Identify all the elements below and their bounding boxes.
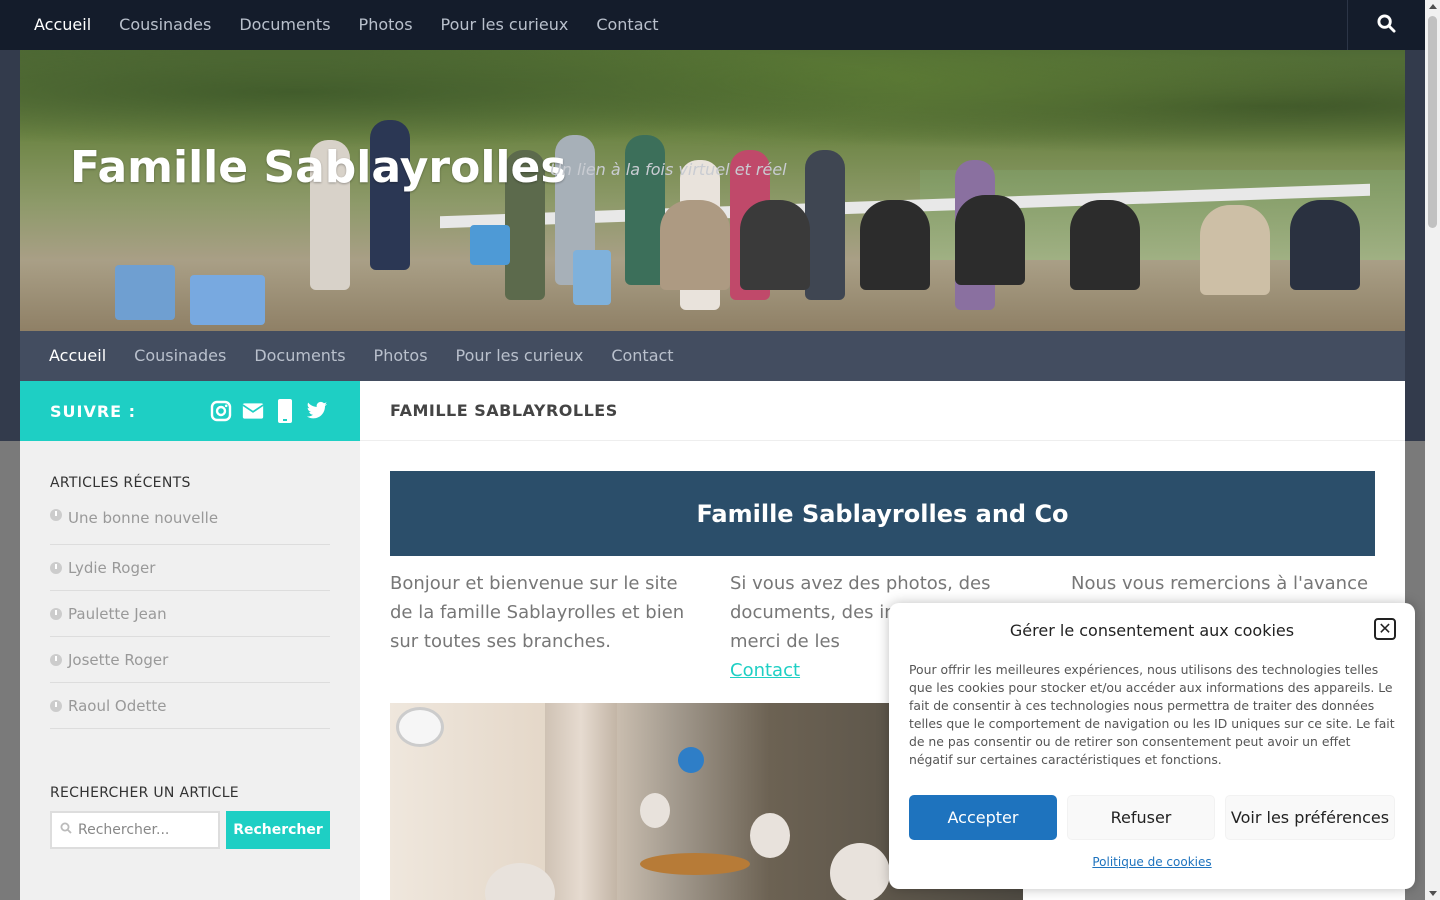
topnav-item-accueil[interactable]: Accueil <box>0 0 105 50</box>
search-placeholder: Rechercher... <box>78 822 170 838</box>
contact-link[interactable]: Contact <box>730 660 800 681</box>
recent-article-link[interactable]: Une bonne nouvelle <box>68 509 218 527</box>
topnav-item-documents[interactable]: Documents <box>225 0 344 50</box>
recent-articles-widget: ARTICLES RÉCENTS Une bonne nouvelle Lydi… <box>50 475 330 729</box>
close-icon[interactable]: ✕ <box>1374 618 1396 640</box>
sidebar: SUIVRE : ARTICLES RÉCENTS Une bonne nouv… <box>20 381 360 900</box>
topnav-item-photos[interactable]: Photos <box>345 0 427 50</box>
search-toggle-button[interactable] <box>1347 0 1425 50</box>
search-icon <box>60 822 72 838</box>
accept-button[interactable]: Accepter <box>909 795 1057 840</box>
site-tagline: Un lien à la fois virtuel et réel <box>550 160 787 179</box>
clock-icon <box>50 561 62 574</box>
nav-item-pour-les-curieux[interactable]: Pour les curieux <box>442 331 598 381</box>
twitter-icon[interactable] <box>306 398 328 424</box>
refuse-button[interactable]: Refuser <box>1067 795 1215 840</box>
list-item[interactable]: Josette Roger <box>50 637 330 683</box>
search-button[interactable]: Rechercher <box>226 811 330 849</box>
scrollbar-thumb[interactable] <box>1428 16 1437 228</box>
follow-label: SUIVRE : <box>50 401 137 421</box>
nav-item-documents[interactable]: Documents <box>240 331 359 381</box>
nav-item-contact[interactable]: Contact <box>597 331 687 381</box>
search-input[interactable]: Rechercher... <box>50 811 220 849</box>
welcome-banner: Famille Sablayrolles and Co <box>390 471 1375 556</box>
site-title[interactable]: Famille Sablayrolles <box>70 142 567 193</box>
search-widget-title: RECHERCHER UN ARTICLE <box>50 785 239 801</box>
cookie-modal-text: Pour offrir les meilleures expériences, … <box>909 662 1395 767</box>
clock-icon <box>50 509 62 521</box>
clock-icon <box>50 699 62 712</box>
phone-icon[interactable] <box>274 398 296 424</box>
top-navigation: Accueil Cousinades Documents Photos Pour… <box>0 0 1425 50</box>
preferences-button[interactable]: Voir les préférences <box>1225 795 1395 840</box>
social-icons <box>210 398 328 424</box>
recent-article-link[interactable]: Raoul Odette <box>68 697 166 715</box>
topnav-item-pour-les-curieux[interactable]: Pour les curieux <box>427 0 583 50</box>
clock-icon <box>50 607 62 620</box>
scroll-down-icon[interactable] <box>1429 891 1437 896</box>
nav-item-photos[interactable]: Photos <box>360 331 442 381</box>
cookie-policy-link[interactable]: Politique de cookies <box>889 855 1415 869</box>
page-title: FAMILLE SABLAYROLLES <box>360 381 1405 441</box>
email-icon[interactable] <box>242 398 264 424</box>
main-navigation: Accueil Cousinades Documents Photos Pour… <box>20 331 1405 381</box>
cookie-consent-modal: Gérer le consentement aux cookies ✕ Pour… <box>889 603 1415 889</box>
recent-articles-title: ARTICLES RÉCENTS <box>50 475 191 491</box>
scroll-up-icon[interactable] <box>1429 4 1437 9</box>
search-widget: RECHERCHER UN ARTICLE Rechercher... Rech… <box>50 785 330 849</box>
topnav-item-cousinades[interactable]: Cousinades <box>105 0 225 50</box>
recent-article-link[interactable]: Paulette Jean <box>68 605 167 623</box>
recent-article-link[interactable]: Josette Roger <box>68 651 168 669</box>
instagram-icon[interactable] <box>210 398 232 424</box>
list-item[interactable]: Lydie Roger <box>50 545 330 591</box>
list-item[interactable]: Paulette Jean <box>50 591 330 637</box>
clock-icon <box>50 653 62 666</box>
intro-column-1: Bonjour et bienvenue sur le site de la f… <box>390 573 685 652</box>
recent-article-link[interactable]: Lydie Roger <box>68 559 155 577</box>
list-item[interactable]: Une bonne nouvelle <box>50 509 330 545</box>
nav-item-accueil[interactable]: Accueil <box>20 331 120 381</box>
nav-item-cousinades[interactable]: Cousinades <box>120 331 240 381</box>
cookie-modal-title: Gérer le consentement aux cookies <box>1009 621 1295 640</box>
list-item[interactable]: Raoul Odette <box>50 683 330 729</box>
page-scrollbar[interactable] <box>1425 0 1440 900</box>
clock-decoration <box>396 707 444 747</box>
search-icon <box>1377 13 1396 37</box>
intro-column-3: Nous vous remercions à l'avance <box>1071 573 1369 594</box>
follow-bar: SUIVRE : <box>20 381 360 441</box>
topnav-item-contact[interactable]: Contact <box>582 0 672 50</box>
header-image: Famille Sablayrolles Un lien à la fois v… <box>20 50 1405 331</box>
